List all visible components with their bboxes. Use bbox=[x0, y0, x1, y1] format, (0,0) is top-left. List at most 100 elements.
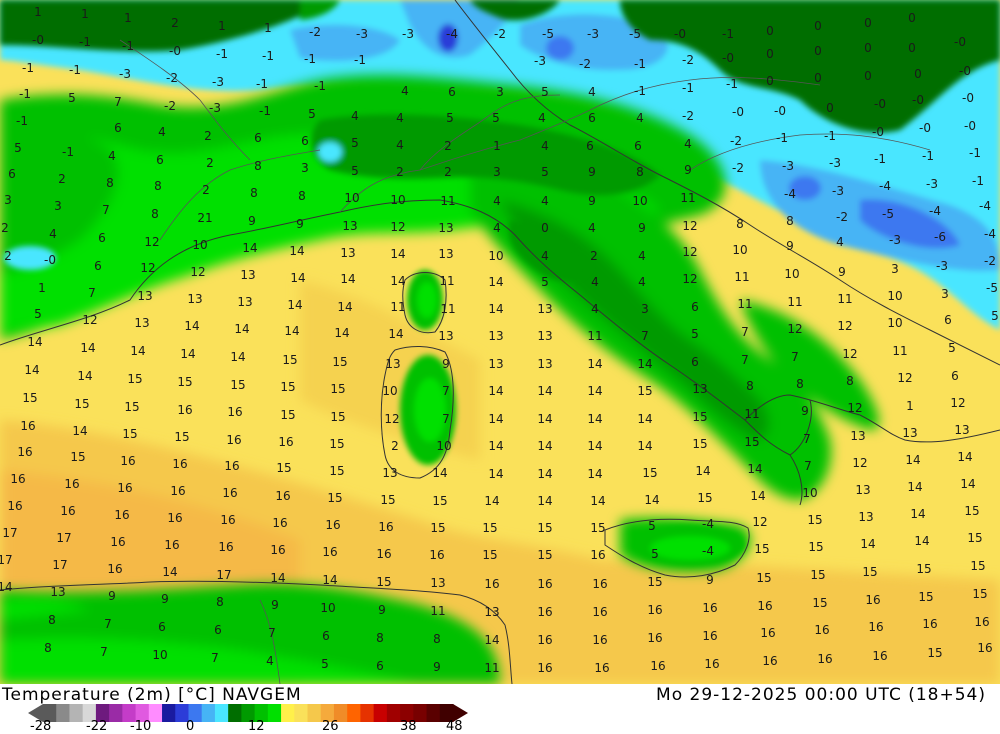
temperature-label: 17 bbox=[56, 531, 71, 545]
temperature-label: 13 bbox=[340, 246, 355, 260]
temperature-label: 14 bbox=[860, 537, 875, 551]
legend-swatch bbox=[373, 704, 388, 722]
temperature-label: 14 bbox=[488, 302, 503, 316]
temperature-label: 10 bbox=[344, 191, 359, 205]
temperature-label: -0 bbox=[954, 35, 966, 49]
legend-tick-label: 12 bbox=[248, 719, 265, 734]
temperature-label: 15 bbox=[280, 380, 295, 394]
temperature-label: 6 bbox=[586, 139, 594, 153]
temperature-label: 16 bbox=[922, 617, 937, 631]
temperature-label: -1 bbox=[722, 27, 734, 41]
temperature-label: 9 bbox=[442, 357, 450, 371]
temperature-label: 14 bbox=[587, 439, 602, 453]
temperature-label: 3 bbox=[891, 262, 899, 276]
temperature-label: -0 bbox=[962, 91, 974, 105]
temperature-label: 14 bbox=[488, 275, 503, 289]
legend-swatch bbox=[267, 704, 282, 722]
temperature-label: 16 bbox=[977, 641, 992, 655]
temperature-label: 16 bbox=[537, 577, 552, 591]
temperature-label: 5 bbox=[308, 107, 316, 121]
temperature-label: 14 bbox=[390, 274, 405, 288]
temperature-label: 15 bbox=[810, 568, 825, 582]
temperature-label: 16 bbox=[226, 433, 241, 447]
temperature-label: 14 bbox=[637, 439, 652, 453]
temperature-label: 14 bbox=[637, 357, 652, 371]
temperature-label: 13 bbox=[237, 295, 252, 309]
temperature-label: 15 bbox=[329, 464, 344, 478]
temperature-label: 5 bbox=[14, 141, 22, 155]
temperature-label: 3 bbox=[641, 302, 649, 316]
temperature-label: 8 bbox=[216, 595, 224, 609]
temperature-label: -1 bbox=[969, 146, 981, 160]
temperature-label: 4 bbox=[588, 221, 596, 235]
legend-swatch bbox=[162, 704, 176, 722]
temperature-label: 0 bbox=[766, 24, 774, 38]
temperature-label: 10 bbox=[382, 384, 397, 398]
temperature-label: -0 bbox=[732, 105, 744, 119]
temperature-label: 2 bbox=[204, 129, 212, 143]
legend-swatch bbox=[426, 704, 441, 722]
temperature-label: 15 bbox=[430, 521, 445, 535]
temperature-label: 16 bbox=[762, 654, 777, 668]
temperature-label: 2 bbox=[444, 165, 452, 179]
temperature-label: 4 bbox=[396, 138, 404, 152]
temperature-label: -1 bbox=[972, 174, 984, 188]
temperature-label: -1 bbox=[354, 53, 366, 67]
temperature-label: -4 bbox=[446, 27, 458, 41]
temperature-label: 14 bbox=[24, 363, 39, 377]
temperature-label: 14 bbox=[537, 494, 552, 508]
temperature-label: 15 bbox=[916, 562, 931, 576]
temperature-label: 14 bbox=[334, 326, 349, 340]
temperature-label: 8 bbox=[746, 379, 754, 393]
temperature-label: -4 bbox=[984, 227, 996, 241]
legend-swatch bbox=[228, 704, 242, 722]
temperature-label: 2 bbox=[206, 156, 214, 170]
temperature-label: 5 bbox=[541, 85, 549, 99]
temperature-label: 14 bbox=[162, 565, 177, 579]
temperature-label: 4 bbox=[538, 111, 546, 125]
temperature-label: 16 bbox=[60, 504, 75, 518]
temperature-label: -1 bbox=[22, 61, 34, 75]
temperature-label: 8 bbox=[736, 217, 744, 231]
legend-swatch bbox=[56, 704, 70, 722]
temperature-label: 16 bbox=[222, 486, 237, 500]
temperature-label: 14 bbox=[72, 424, 87, 438]
temperature-label: 0 bbox=[914, 67, 922, 81]
temperature-label: 16 bbox=[592, 605, 607, 619]
temperature-label: 12 bbox=[897, 371, 912, 385]
temperature-label: 15 bbox=[276, 461, 291, 475]
temperature-label: 5 bbox=[541, 165, 549, 179]
temperature-label: 16 bbox=[757, 599, 772, 613]
legend-tick-label: 48 bbox=[446, 719, 463, 734]
temperature-label: 5 bbox=[541, 275, 549, 289]
temperature-label: 16 bbox=[170, 484, 185, 498]
temperature-label: 14 bbox=[537, 412, 552, 426]
temperature-label: 13 bbox=[438, 329, 453, 343]
temperature-label: 15 bbox=[692, 410, 707, 424]
temperature-label: 7 bbox=[88, 286, 96, 300]
temperature-label: 15 bbox=[918, 590, 933, 604]
temperature-label: 12 bbox=[384, 412, 399, 426]
temperature-label: -0 bbox=[722, 51, 734, 65]
temperature-label: 17 bbox=[2, 526, 17, 540]
temperature-label: 14 bbox=[695, 464, 710, 478]
temperature-label: 16 bbox=[702, 629, 717, 643]
temperature-label: 9 bbox=[838, 265, 846, 279]
temperature-label: -0 bbox=[964, 119, 976, 133]
temperature-label: 7 bbox=[791, 350, 799, 364]
temperature-label: 4 bbox=[591, 302, 599, 316]
temperature-label: 9 bbox=[786, 239, 794, 253]
temperature-label: 7 bbox=[741, 353, 749, 367]
temperature-label: 15 bbox=[280, 408, 295, 422]
temperature-label: 1 bbox=[81, 7, 89, 21]
temperature-label: -2 bbox=[579, 57, 591, 71]
temperature-label: 8 bbox=[298, 189, 306, 203]
temperature-label: 15 bbox=[230, 378, 245, 392]
temperature-label: -2 bbox=[984, 254, 996, 268]
temperature-label: 13 bbox=[902, 426, 917, 440]
temperature-label: -2 bbox=[682, 109, 694, 123]
temperature-label: 15 bbox=[537, 521, 552, 535]
temperature-label: 1 bbox=[264, 21, 272, 35]
temperature-label: 4 bbox=[49, 227, 57, 241]
temperature-label: 12 bbox=[140, 261, 155, 275]
